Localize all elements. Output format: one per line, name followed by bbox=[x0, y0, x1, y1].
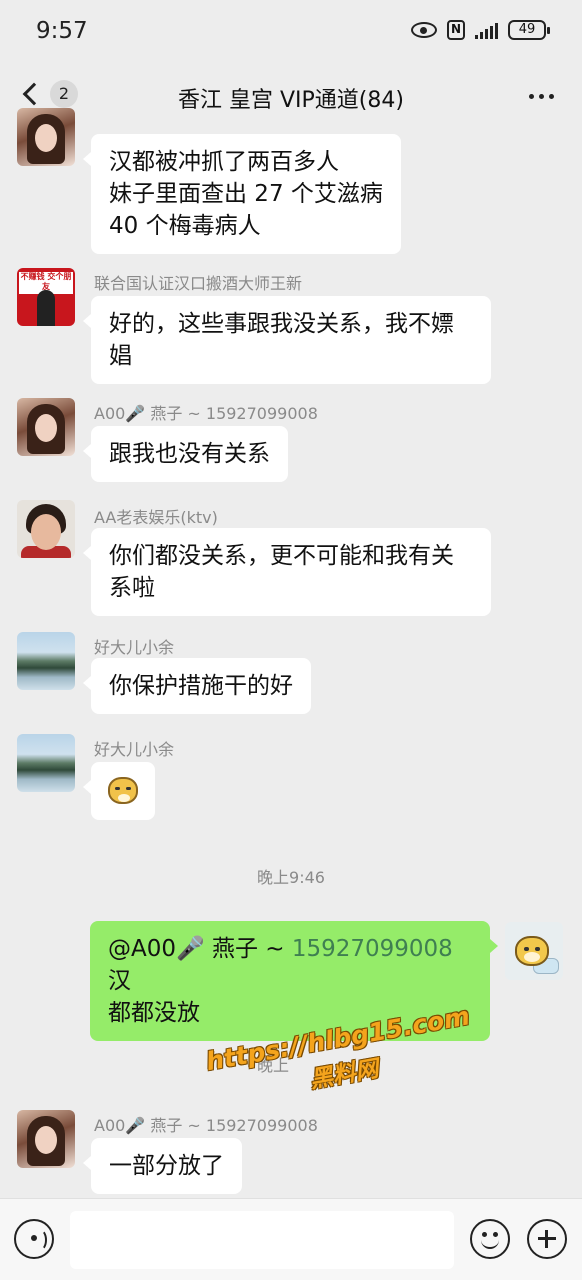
avatar[interactable] bbox=[17, 108, 75, 166]
sender-name: A00🎤 燕子 ~ 15927099008 bbox=[94, 1116, 318, 1135]
message-bubble[interactable]: 汉都被冲抓了两百多人 妹子里面查出 27 个艾滋病 40 个梅毒病人 bbox=[83, 134, 401, 254]
sender-name: 好大儿小余 bbox=[94, 740, 175, 759]
voice-input-button[interactable] bbox=[14, 1219, 54, 1259]
time-separator: 晚上9:46 bbox=[257, 868, 325, 887]
battery-icon: 49 bbox=[508, 20, 550, 40]
message-bubble[interactable]: 你保护措施干的好 bbox=[83, 658, 311, 714]
message-text: 跟我也没有关系 bbox=[109, 441, 270, 467]
message-text: 你保护措施干的好 bbox=[109, 673, 293, 699]
message-text: 好的，这些事跟我没关系，我不嫖 bbox=[109, 311, 454, 337]
signal-icon bbox=[475, 21, 498, 39]
phone-link[interactable]: 15927099008 bbox=[292, 936, 453, 962]
message-bubble[interactable]: 你们都没关系，更不可能和我有关 系啦 bbox=[83, 528, 491, 616]
nfc-icon: N bbox=[447, 20, 465, 40]
message-text: 你们都没关系，更不可能和我有关 bbox=[109, 543, 454, 569]
sender-name: AA老表娱乐(ktv) bbox=[94, 508, 218, 527]
sticker-bubble[interactable] bbox=[83, 762, 155, 820]
avatar[interactable] bbox=[17, 500, 75, 558]
status-time: 9:57 bbox=[36, 18, 88, 44]
avatar[interactable]: 不赚钱 交个朋友 bbox=[17, 268, 75, 326]
sender-name: 联合国认证汉口搬酒大师王新 bbox=[94, 274, 303, 293]
message-bubble[interactable]: 跟我也没有关系 bbox=[83, 426, 288, 482]
message-text: 系啦 bbox=[109, 575, 155, 601]
avatar[interactable] bbox=[17, 398, 75, 456]
more-actions-button[interactable] bbox=[527, 1219, 567, 1259]
more-options-button[interactable] bbox=[529, 94, 554, 99]
status-icons: N 49 bbox=[411, 20, 550, 40]
sender-name: 好大儿小余 bbox=[94, 638, 175, 657]
doge-emoji-icon bbox=[108, 777, 138, 804]
message-text: 娼 bbox=[109, 343, 132, 369]
message-text: 妹子里面查出 27 个艾滋病 bbox=[109, 181, 383, 207]
message-text: 一部分放了 bbox=[109, 1153, 224, 1179]
sender-name: A00🎤 燕子 ~ 15927099008 bbox=[94, 404, 318, 423]
status-bar: 9:57 N 49 bbox=[0, 0, 582, 66]
emoji-button[interactable] bbox=[470, 1219, 510, 1259]
mention-text: @A00🎤 燕子 ~ bbox=[108, 936, 292, 962]
eye-icon bbox=[411, 22, 437, 38]
message-text: 汉都被冲抓了两百多人 bbox=[109, 149, 339, 175]
input-bar bbox=[0, 1198, 582, 1280]
message-bubble[interactable]: 好的，这些事跟我没关系，我不嫖 娼 bbox=[83, 296, 491, 384]
message-text: 汉 bbox=[108, 968, 131, 994]
avatar[interactable] bbox=[17, 632, 75, 690]
chat-title: 香江 皇宫 VIP通道(84) bbox=[178, 88, 404, 113]
chat-header: 2 香江 皇宫 VIP通道(84) bbox=[0, 66, 582, 130]
avatar[interactable] bbox=[17, 734, 75, 792]
message-text: 40 个梅毒病人 bbox=[109, 213, 261, 239]
avatar[interactable] bbox=[17, 1110, 75, 1168]
message-bubble[interactable]: 一部分放了 bbox=[83, 1138, 242, 1194]
my-avatar[interactable] bbox=[505, 922, 563, 980]
message-input[interactable] bbox=[70, 1211, 454, 1269]
